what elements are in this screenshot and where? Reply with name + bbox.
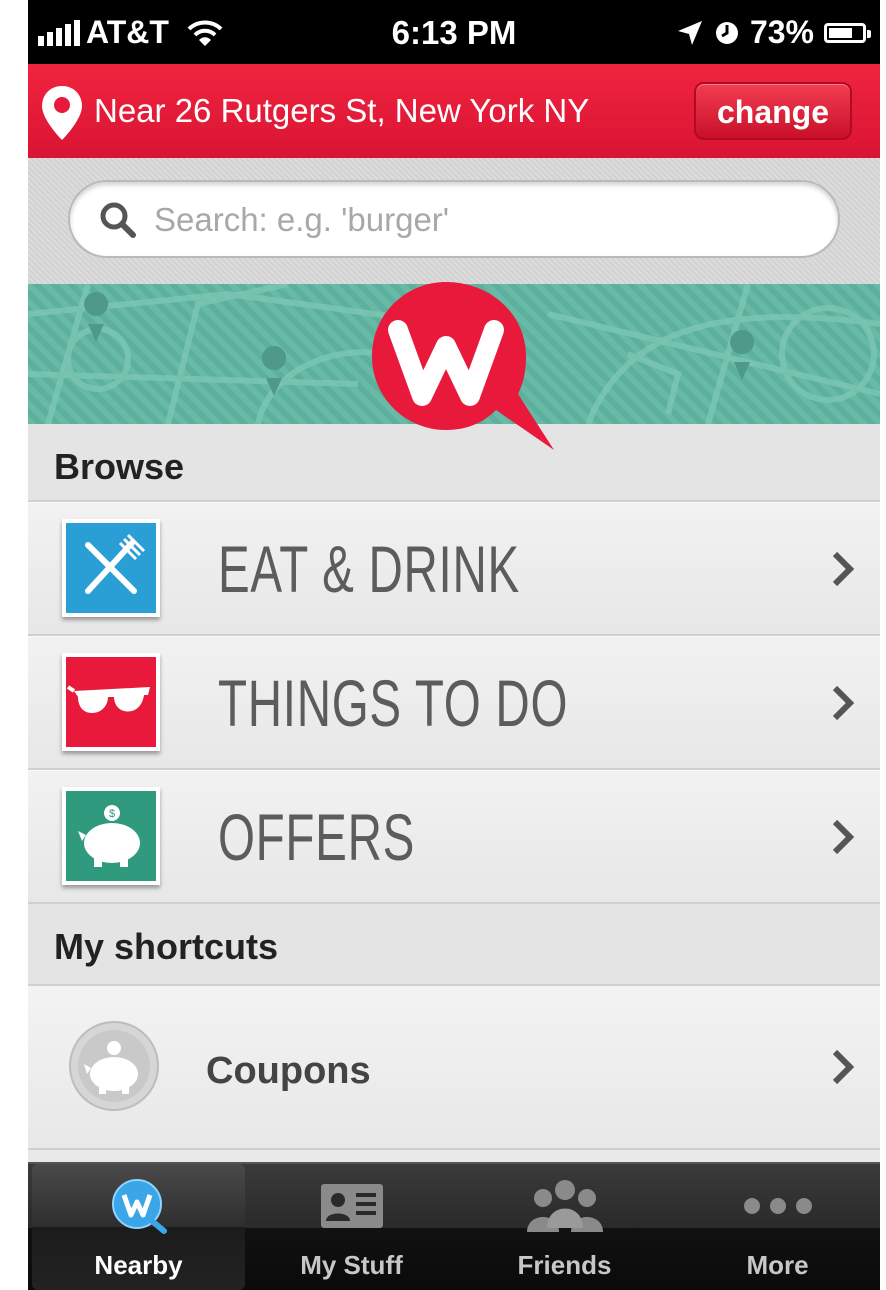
shortcuts-header-label: My shortcuts bbox=[54, 926, 279, 967]
tab-label: More bbox=[746, 1250, 809, 1280]
people-icon bbox=[526, 1180, 603, 1232]
nearby-w-icon bbox=[111, 1179, 167, 1234]
change-location-button[interactable]: change bbox=[694, 82, 852, 140]
tab-label: My Stuff bbox=[300, 1250, 403, 1280]
browse-row-label: THINGS TO DO bbox=[218, 666, 569, 740]
tab-nearby[interactable]: Nearby bbox=[32, 1164, 245, 1290]
chevron-right-icon bbox=[832, 551, 854, 586]
location-pin-icon bbox=[42, 86, 82, 140]
tab-my-stuff[interactable]: My Stuff bbox=[245, 1164, 458, 1290]
location-arrow-icon bbox=[677, 20, 702, 45]
clock-icon bbox=[715, 21, 738, 44]
search-input[interactable] bbox=[152, 196, 796, 244]
search-icon bbox=[100, 202, 136, 238]
chevron-right-icon bbox=[832, 685, 854, 720]
piggy-bank-icon bbox=[69, 1021, 159, 1111]
browse-row-things-to-do[interactable]: THINGS TO DO bbox=[28, 636, 880, 770]
tab-friends[interactable]: Friends bbox=[458, 1164, 671, 1290]
browse-header-label: Browse bbox=[54, 446, 185, 487]
chevron-right-icon bbox=[832, 819, 854, 854]
piggy-bank-icon: $ bbox=[62, 787, 160, 885]
battery-percent: 73% bbox=[749, 14, 814, 50]
tab-more[interactable]: More bbox=[671, 1164, 880, 1290]
tab-label: Nearby bbox=[94, 1250, 183, 1280]
browse-row-eat-drink[interactable]: EAT & DRINK bbox=[28, 502, 880, 636]
svg-text:$: $ bbox=[109, 808, 115, 820]
sunglasses-icon bbox=[62, 653, 160, 751]
battery-icon bbox=[824, 22, 871, 43]
shortcut-label: Coupons bbox=[206, 1050, 371, 1092]
tab-bar: Nearby My Stuff Friends More bbox=[28, 1162, 880, 1290]
location-text: Near 26 Rutgers St, New York NY bbox=[94, 92, 590, 129]
app-logo-icon bbox=[372, 282, 554, 450]
location-bar: Near 26 Rutgers St, New York NY change bbox=[28, 64, 880, 158]
chevron-right-icon bbox=[832, 1049, 854, 1085]
phone-screen: AT&T 6:13 PM 73% Near 26 Rutgers St, New… bbox=[28, 0, 880, 1290]
shortcuts-header: My shortcuts bbox=[28, 904, 880, 986]
fork-knife-icon bbox=[62, 519, 160, 617]
search-band bbox=[28, 158, 880, 284]
tab-label: Friends bbox=[517, 1250, 612, 1280]
more-dots-icon bbox=[743, 1198, 812, 1214]
browse-row-label: OFFERS bbox=[218, 800, 416, 874]
shortcut-row-coupons[interactable]: Coupons bbox=[28, 986, 880, 1150]
search-box[interactable] bbox=[68, 180, 840, 258]
browse-row-offers[interactable]: $ OFFERS bbox=[28, 770, 880, 904]
browse-row-label: EAT & DRINK bbox=[218, 532, 520, 606]
status-bar: AT&T 6:13 PM 73% bbox=[28, 0, 880, 64]
id-card-icon bbox=[320, 1184, 383, 1228]
status-right: 73% bbox=[676, 14, 871, 51]
